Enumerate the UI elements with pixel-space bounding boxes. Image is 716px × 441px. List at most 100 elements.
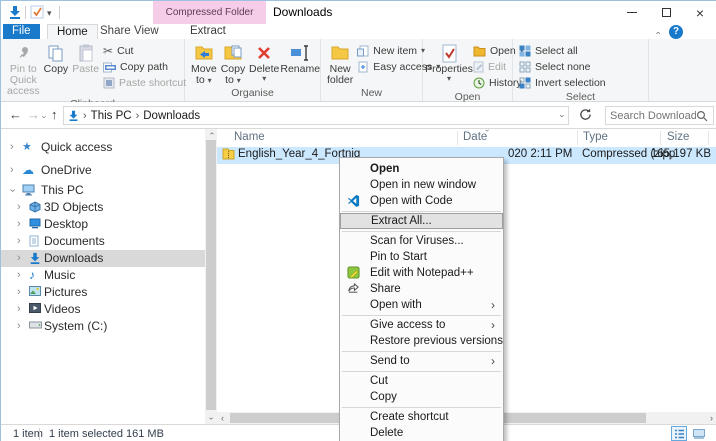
sidebar-item-pictures[interactable]: › Pictures [1,284,205,301]
copy-to-button[interactable]: Copy to ▾ [219,41,248,87]
scroll-down-icon[interactable]: › [205,414,217,424]
sidebar-item-desktop[interactable]: › Desktop [1,216,205,233]
address-bar[interactable]: › This PC › Downloads › [63,106,569,125]
expand-chevron-icon[interactable]: › [17,267,21,284]
rename-button[interactable]: Rename [280,41,320,76]
sidebar-item-onedrive[interactable]: › ☁ OneDrive [1,162,205,179]
scroll-left-icon[interactable]: ‹ [221,412,224,424]
delete-button[interactable]: Delete ▾ [247,41,281,84]
menu-item-restore-previous-versions[interactable]: Restore previous versions [340,333,503,349]
refresh-icon[interactable] [579,108,592,121]
column-header-date[interactable]: Date [463,131,487,143]
sidebar-item-3d-objects[interactable]: › 3D Objects [1,199,205,216]
search-box[interactable] [605,106,714,125]
menu-item-cut[interactable]: Cut [340,373,503,389]
menu-item-scan-for-viruses[interactable]: Scan for Viruses... [340,233,503,249]
menu-item-extract-all[interactable]: Extract All... [340,213,503,229]
menu-item-delete[interactable]: Delete [340,425,503,441]
search-input[interactable] [610,109,696,122]
this-pc-icon [22,184,35,196]
easy-access-icon [357,61,369,73]
column-header-type[interactable]: Type [583,131,608,143]
copy-to-icon [223,42,243,64]
submenu-arrow-icon: › [491,354,495,368]
menu-item-open[interactable]: Open [340,161,503,177]
sidebar-item-documents[interactable]: › Documents [1,233,205,250]
sidebar-item-system-c[interactable]: › System (C:) [1,318,205,335]
expand-chevron-icon[interactable]: › [17,216,21,233]
minimize-button[interactable] [615,1,649,24]
column-header-name[interactable]: Name [234,131,265,143]
expand-chevron-icon[interactable]: › [17,199,21,216]
select-none-button[interactable]: Select none [517,59,608,75]
menu-item-open-with-code[interactable]: Open with Code [340,193,503,209]
sidebar-item-music[interactable]: › ♪ Music [1,267,205,284]
expand-chevron-icon[interactable]: › [17,318,21,335]
qat-properties-icon[interactable] [30,5,44,19]
menu-item-create-shortcut[interactable]: Create shortcut [340,409,503,425]
menu-item-open-with[interactable]: Open with › [340,297,503,313]
scroll-up-icon[interactable]: › [205,129,217,139]
scroll-right-icon[interactable]: › [710,412,713,424]
menu-item-send-to[interactable]: Send to › [340,353,503,369]
expand-chevron-icon[interactable]: › [10,139,14,156]
back-icon[interactable]: ← [9,107,22,123]
maximize-button[interactable] [649,1,683,24]
collapse-ribbon-icon[interactable]: › [653,32,663,35]
menu-item-pin-to-start[interactable]: Pin to Start [340,249,503,265]
music-icon: ♪ [29,268,35,282]
details-view-icon [674,429,684,438]
breadcrumb-this-pc[interactable]: This PC [91,110,132,122]
paste-button[interactable]: Paste [70,41,101,76]
column-divider[interactable] [457,131,458,145]
menu-item-give-access-to[interactable]: Give access to › [340,317,503,333]
menu-item-copy[interactable]: Copy [340,389,503,405]
address-dropdown-icon[interactable]: › [558,114,568,117]
up-icon[interactable]: ↑ [51,107,58,123]
copy-button[interactable]: Copy [42,41,71,76]
tab-file[interactable]: File [3,24,40,39]
menu-item-open-in-new-window[interactable]: Open in new window [340,177,503,193]
cut-label: Cut [117,45,134,57]
cut-button[interactable]: ✂ Cut [101,43,188,59]
tab-extract[interactable]: Extract [181,24,235,39]
expand-chevron-icon[interactable]: › [17,301,21,318]
column-header-size[interactable]: Size [667,131,689,143]
search-icon[interactable] [696,110,708,122]
expand-chevron-icon[interactable]: › [17,250,21,267]
details-view-button[interactable] [671,426,687,441]
sidebar-item-this-pc[interactable]: › This PC [1,182,205,199]
expand-chevron-icon[interactable]: › [10,162,14,179]
expand-chevron-icon[interactable]: › [17,233,21,250]
help-button[interactable]: ? [669,25,683,39]
sidebar-item-videos[interactable]: › Videos [1,301,205,318]
thumbnails-view-button[interactable] [691,426,707,441]
select-all-button[interactable]: Select all [517,43,608,59]
history-icon [473,77,485,89]
sidebar-scrollbar-thumb[interactable] [206,140,216,410]
rename-icon [290,42,310,64]
pin-to-quick-access-button[interactable]: Pin to Quick access [5,41,42,98]
collapse-chevron-icon[interactable]: › [3,189,20,193]
move-to-button[interactable]: Move to ▾ [189,41,219,87]
tab-view[interactable]: View [125,24,168,39]
column-divider[interactable] [577,131,578,145]
sidebar-item-downloads[interactable]: › Downloads [1,250,205,267]
qat-customize-caret[interactable]: ▾ [47,8,52,19]
column-divider[interactable] [708,131,709,145]
breadcrumb-downloads[interactable]: Downloads [143,110,200,122]
close-button[interactable]: × [683,1,716,24]
properties-button[interactable]: Properties ▾ [425,41,473,84]
column-divider[interactable] [660,131,661,145]
new-folder-button[interactable]: New folder [325,41,355,87]
paste-shortcut-button[interactable]: Paste shortcut [101,75,188,91]
sidebar-scrollbar[interactable]: › › [205,129,217,424]
menu-item-share[interactable]: Share [340,281,503,297]
zip-file-icon [222,148,235,160]
menu-item-edit-with-notepadpp[interactable]: Edit with Notepad++ [340,265,503,281]
invert-selection-button[interactable]: Invert selection [517,75,608,91]
copy-path-button[interactable]: Copy path [101,59,188,75]
expand-chevron-icon[interactable]: › [17,284,21,301]
drive-icon [29,320,42,330]
sidebar-item-quick-access[interactable]: › ★ Quick access [1,139,205,156]
